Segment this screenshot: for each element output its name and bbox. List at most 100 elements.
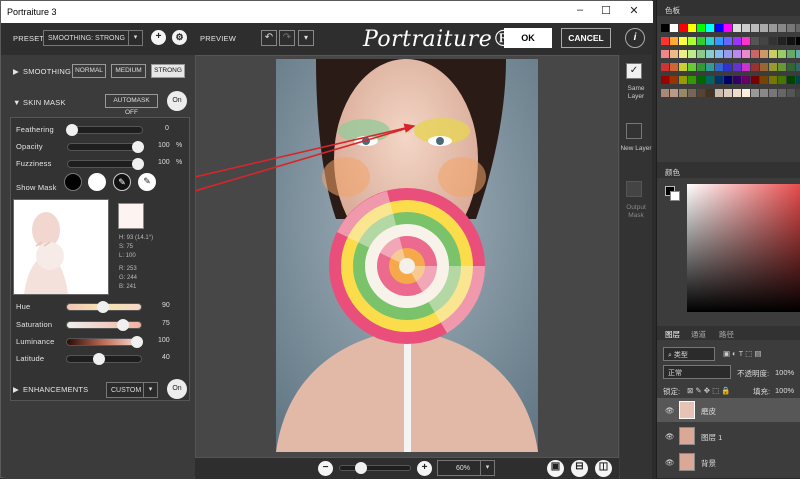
skin-mask-collapse-icon[interactable]: ▼ xyxy=(13,98,21,107)
color-swatch[interactable] xyxy=(661,24,669,32)
info-icon[interactable]: i xyxy=(625,28,645,48)
color-swatch[interactable] xyxy=(715,89,723,97)
color-swatch[interactable] xyxy=(724,50,732,58)
color-swatch[interactable] xyxy=(778,76,786,84)
color-swatch[interactable] xyxy=(733,24,741,32)
mask-thumbnail[interactable] xyxy=(13,199,109,295)
color-swatch[interactable] xyxy=(697,89,705,97)
color-swatch[interactable] xyxy=(769,24,777,32)
layer-row[interactable]: 👁 背景 xyxy=(657,450,800,474)
single-view-button[interactable]: ▣ xyxy=(547,460,564,477)
color-swatch[interactable] xyxy=(715,37,723,45)
zoom-slider[interactable] xyxy=(339,462,411,474)
color-swatch[interactable] xyxy=(706,63,714,71)
opacity-slider[interactable] xyxy=(67,141,144,153)
opacity-knob[interactable] xyxy=(132,141,144,153)
color-swatch[interactable] xyxy=(661,50,669,58)
color-swatch[interactable] xyxy=(751,89,759,97)
color-swatch[interactable] xyxy=(778,37,786,45)
fuzziness-slider[interactable] xyxy=(67,158,144,170)
color-swatch[interactable] xyxy=(670,24,678,32)
color-swatch[interactable] xyxy=(769,76,777,84)
color-swatch[interactable] xyxy=(715,63,723,71)
color-swatch[interactable] xyxy=(697,76,705,84)
zoom-dropdown[interactable]: 60% ▾ xyxy=(437,460,495,476)
color-swatch[interactable] xyxy=(724,89,732,97)
show-mask-white-button[interactable] xyxy=(88,173,106,191)
color-swatch[interactable] xyxy=(796,24,800,32)
smoothing-normal-button[interactable]: NORMAL xyxy=(72,64,106,78)
color-swatch[interactable] xyxy=(751,76,759,84)
background-color[interactable] xyxy=(670,191,680,201)
filter-icons[interactable]: ▣ ◐ T ⬚ ▤ xyxy=(723,349,761,358)
swatches-tab[interactable]: 色板 xyxy=(665,5,680,16)
color-swatch[interactable] xyxy=(742,24,750,32)
color-swatch[interactable] xyxy=(688,63,696,71)
add-preset-button[interactable]: + xyxy=(151,30,166,45)
color-swatch[interactable] xyxy=(742,76,750,84)
color-swatch[interactable] xyxy=(742,50,750,58)
color-swatch[interactable] xyxy=(679,63,687,71)
paths-tab[interactable]: 路径 xyxy=(719,329,734,340)
color-swatch[interactable] xyxy=(778,89,786,97)
fill-value[interactable]: 100% xyxy=(775,386,794,395)
color-swatch[interactable] xyxy=(760,50,768,58)
color-swatch[interactable] xyxy=(796,50,800,58)
layer-row[interactable]: 👁 图层 1 xyxy=(657,424,800,448)
feathering-slider[interactable] xyxy=(66,124,143,136)
swatches-grid[interactable] xyxy=(661,24,800,124)
saturation-knob[interactable] xyxy=(117,319,129,331)
color-swatch[interactable] xyxy=(706,76,714,84)
split-horizontal-button[interactable]: ⊟ xyxy=(571,460,588,477)
hue-knob[interactable] xyxy=(97,301,109,313)
color-swatch[interactable] xyxy=(706,89,714,97)
color-swatch[interactable] xyxy=(778,24,786,32)
eye-icon[interactable]: 👁 xyxy=(665,406,675,415)
same-layer-button[interactable]: ✓ xyxy=(626,63,642,79)
preview-area[interactable] xyxy=(195,55,619,458)
enhancements-preset-dropdown[interactable]: CUSTOM ▾ xyxy=(106,382,158,398)
color-swatch[interactable] xyxy=(733,76,741,84)
minimize-button[interactable]: – xyxy=(567,4,593,20)
color-swatch[interactable] xyxy=(661,63,669,71)
color-swatch[interactable] xyxy=(670,63,678,71)
color-swatch[interactable] xyxy=(742,63,750,71)
output-mask-button[interactable] xyxy=(626,181,642,197)
layer-kind-filter[interactable]: ⌕ 类型 xyxy=(663,347,715,361)
gear-icon[interactable]: ⚙ xyxy=(172,30,187,45)
color-swatch[interactable] xyxy=(724,76,732,84)
color-swatch[interactable] xyxy=(760,63,768,71)
smoothing-strong-button[interactable]: STRONG xyxy=(151,64,185,78)
color-swatch[interactable] xyxy=(697,50,705,58)
color-swatch[interactable] xyxy=(679,50,687,58)
color-swatch[interactable] xyxy=(670,50,678,58)
zoom-in-button[interactable]: + xyxy=(417,461,432,476)
undo-button[interactable]: ↶ xyxy=(261,30,277,46)
color-swatch[interactable] xyxy=(679,89,687,97)
color-swatch[interactable] xyxy=(697,24,705,32)
luminance-knob[interactable] xyxy=(131,336,143,348)
color-swatch[interactable] xyxy=(661,37,669,45)
color-swatch[interactable] xyxy=(661,76,669,84)
color-swatch[interactable] xyxy=(769,63,777,71)
enhancements-toggle[interactable]: On xyxy=(167,379,187,399)
color-swatch[interactable] xyxy=(724,37,732,45)
color-swatch[interactable] xyxy=(787,24,795,32)
luminance-slider[interactable] xyxy=(66,336,143,348)
layers-tab[interactable]: 图层 xyxy=(665,329,680,340)
color-swatch[interactable] xyxy=(796,89,800,97)
color-swatch[interactable] xyxy=(679,37,687,45)
history-dropdown[interactable]: ▾ xyxy=(298,30,314,46)
opacity-value-ps[interactable]: 100% xyxy=(775,368,794,377)
layer-row[interactable]: 👁 磨皮 xyxy=(657,398,800,422)
fuzziness-knob[interactable] xyxy=(132,158,144,170)
color-swatch[interactable] xyxy=(751,37,759,45)
color-swatch[interactable] xyxy=(796,63,800,71)
color-swatch[interactable] xyxy=(688,24,696,32)
color-swatch[interactable] xyxy=(706,50,714,58)
cancel-button[interactable]: CANCEL xyxy=(561,28,611,48)
blend-mode-dropdown[interactable]: 正常 xyxy=(663,365,731,379)
color-swatch[interactable] xyxy=(688,37,696,45)
color-swatch[interactable] xyxy=(715,24,723,32)
color-picker-field[interactable] xyxy=(687,184,800,312)
